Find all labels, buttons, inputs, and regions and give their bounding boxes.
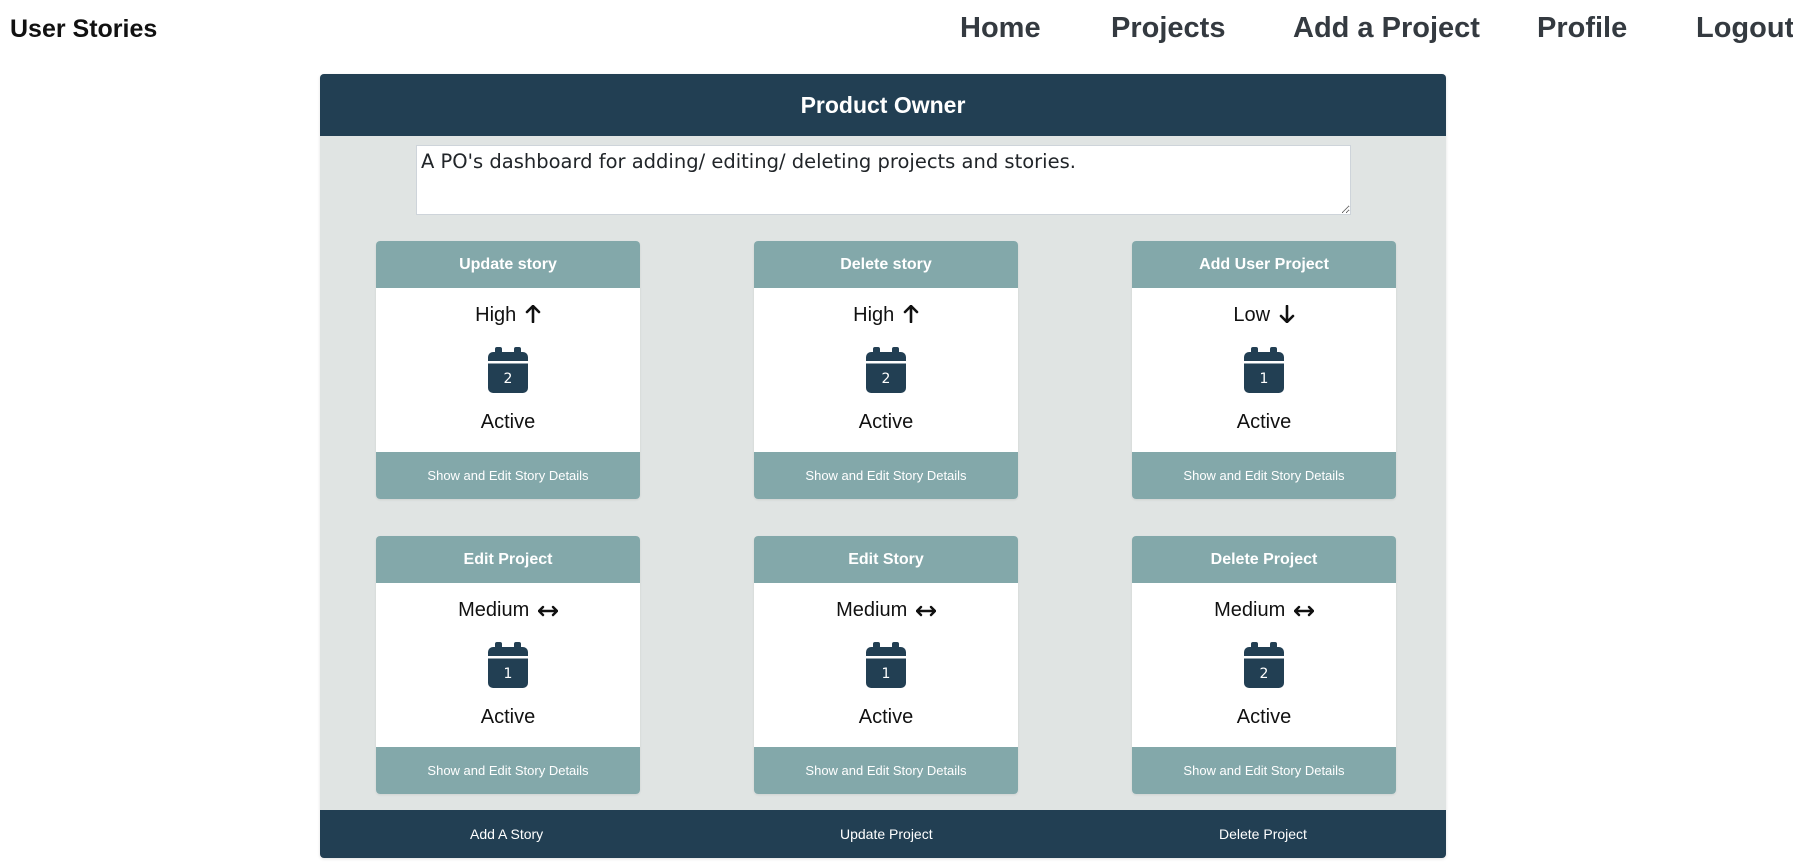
story-status: Active xyxy=(858,411,914,433)
story-status: Active xyxy=(480,411,536,433)
priority-label: Medium xyxy=(458,599,530,621)
story-priority: Low xyxy=(1132,304,1396,329)
story-card-5: Edit Story Medium 1 Active Show and Edit… xyxy=(754,536,1018,794)
calendar-icon: 1 xyxy=(488,642,528,688)
priority-label: Medium xyxy=(836,599,908,621)
story-card-4: Edit Project Medium 1 Active Show and Ed… xyxy=(376,536,640,794)
story-priority: Medium xyxy=(376,599,640,624)
panel-title: Product Owner xyxy=(320,74,1446,136)
story-card-title: Add User Project xyxy=(1132,241,1396,288)
dashboard-panel: Product Owner Update story High 2 Active… xyxy=(320,74,1446,858)
arrows-horizontal-icon xyxy=(1293,601,1315,624)
show-edit-story-details-button[interactable]: Show and Edit Story Details xyxy=(376,747,640,794)
calendar-day-number: 1 xyxy=(881,666,891,682)
story-status: Active xyxy=(858,706,914,728)
calendar-day-number: 1 xyxy=(503,666,513,682)
calendar-icon: 2 xyxy=(488,347,528,393)
story-status: Active xyxy=(1236,411,1292,433)
update-project-link[interactable]: Update Project xyxy=(840,810,933,858)
show-edit-story-details-button[interactable]: Show and Edit Story Details xyxy=(1132,452,1396,499)
nav-projects-link[interactable]: Projects xyxy=(1111,12,1225,45)
top-navbar: User Stories Home Projects Add a Project… xyxy=(0,0,1793,56)
nav-profile-link[interactable]: Profile xyxy=(1537,12,1627,45)
calendar-icon: 2 xyxy=(866,347,906,393)
panel-footer: Add A Story Update Project Delete Projec… xyxy=(320,810,1446,858)
priority-label: Medium xyxy=(1214,599,1286,621)
calendar-day-number: 2 xyxy=(1259,666,1269,682)
story-card-title: Edit Project xyxy=(376,536,640,583)
project-description-textarea[interactable] xyxy=(416,145,1351,215)
arrows-horizontal-icon xyxy=(915,601,937,624)
priority-label: High xyxy=(475,304,517,326)
arrow-up-icon xyxy=(903,304,919,329)
story-status: Active xyxy=(480,706,536,728)
story-card-title: Edit Story xyxy=(754,536,1018,583)
priority-label: Low xyxy=(1233,304,1271,326)
brand-title[interactable]: User Stories xyxy=(10,15,157,44)
calendar-icon: 1 xyxy=(866,642,906,688)
story-card-1: Update story High 2 Active Show and Edit… xyxy=(376,241,640,499)
story-card-3: Add User Project Low 1 Active Show and E… xyxy=(1132,241,1396,499)
nav-logout-link[interactable]: Logout xyxy=(1696,12,1793,45)
arrow-down-icon xyxy=(1279,304,1295,329)
story-priority: High xyxy=(754,304,1018,329)
story-card-6: Delete Project Medium 2 Active Show and … xyxy=(1132,536,1396,794)
add-story-link[interactable]: Add A Story xyxy=(470,810,543,858)
story-status: Active xyxy=(1236,706,1292,728)
story-card-title: Delete story xyxy=(754,241,1018,288)
calendar-icon: 2 xyxy=(1244,642,1284,688)
story-card-2: Delete story High 2 Active Show and Edit… xyxy=(754,241,1018,499)
arrow-up-icon xyxy=(525,304,541,329)
show-edit-story-details-button[interactable]: Show and Edit Story Details xyxy=(754,747,1018,794)
nav-add-project-link[interactable]: Add a Project xyxy=(1293,12,1480,45)
show-edit-story-details-button[interactable]: Show and Edit Story Details xyxy=(1132,747,1396,794)
calendar-icon: 1 xyxy=(1244,347,1284,393)
story-card-title: Update story xyxy=(376,241,640,288)
delete-project-link[interactable]: Delete Project xyxy=(1219,810,1307,858)
arrows-horizontal-icon xyxy=(537,601,559,624)
show-edit-story-details-button[interactable]: Show and Edit Story Details xyxy=(754,452,1018,499)
priority-label: High xyxy=(853,304,895,326)
story-priority: High xyxy=(376,304,640,329)
story-card-title: Delete Project xyxy=(1132,536,1396,583)
nav-home-link[interactable]: Home xyxy=(960,12,1041,45)
calendar-day-number: 2 xyxy=(503,371,513,387)
story-priority: Medium xyxy=(754,599,1018,624)
story-priority: Medium xyxy=(1132,599,1396,624)
show-edit-story-details-button[interactable]: Show and Edit Story Details xyxy=(376,452,640,499)
calendar-day-number: 1 xyxy=(1259,371,1269,387)
calendar-day-number: 2 xyxy=(881,371,891,387)
